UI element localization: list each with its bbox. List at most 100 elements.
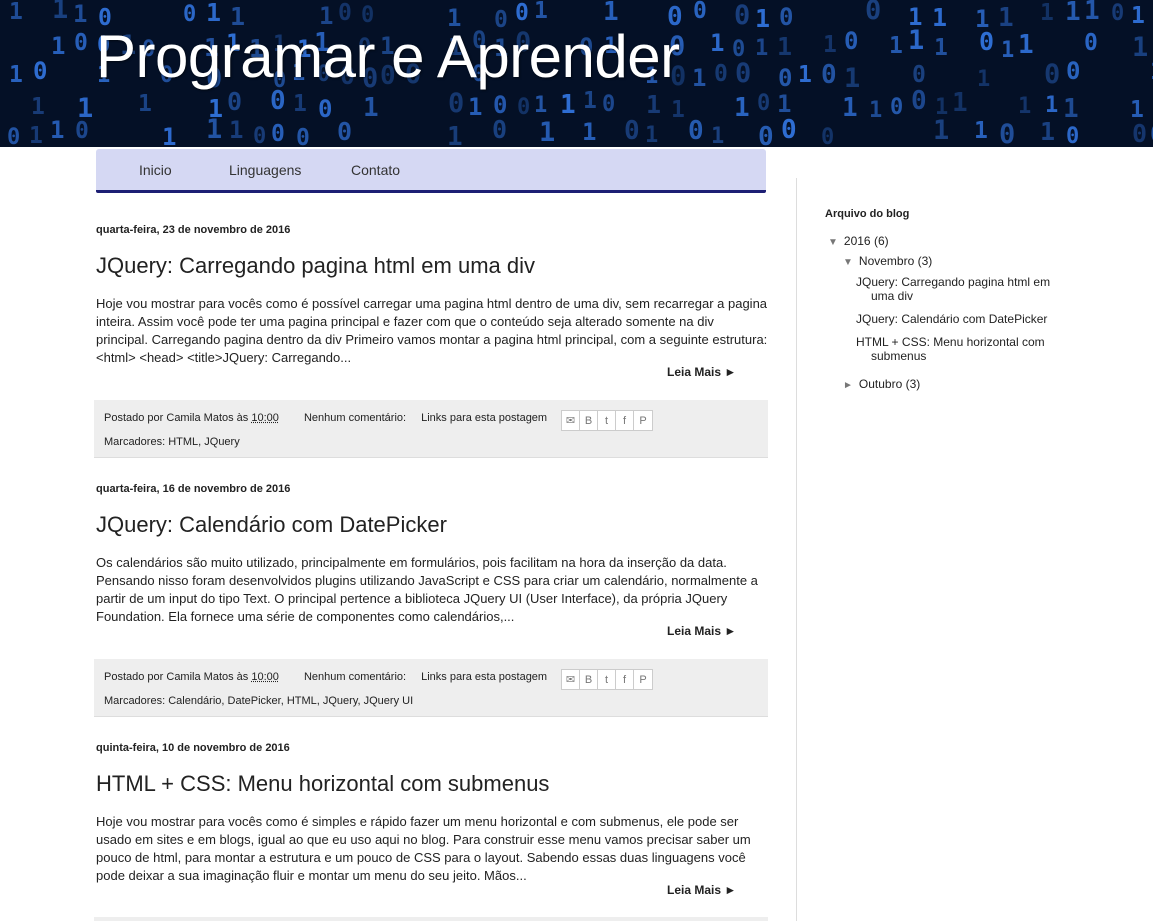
binary-digit: 1 — [1040, 0, 1054, 26]
binary-digit: 1 — [1001, 38, 1014, 63]
binary-digit: 0 — [602, 92, 615, 117]
binary-digit: 1 — [798, 62, 812, 88]
binary-digit: 1 — [1131, 3, 1145, 29]
binary-digit: 1 — [582, 118, 596, 146]
post-labels-links[interactable]: Calendário, DatePicker, HTML, JQuery, JQ… — [168, 695, 413, 707]
blogger-icon[interactable]: B — [580, 411, 598, 430]
archive-year-2016[interactable]: ▼ 2016 (6) — [828, 234, 889, 248]
binary-digit: 1 — [583, 88, 597, 114]
binary-digit: 1 — [998, 3, 1014, 33]
pinterest-icon[interactable]: P — [634, 411, 652, 430]
binary-digit: 1 — [1040, 117, 1055, 146]
collapse-arrow-icon[interactable]: ▼ — [843, 257, 853, 268]
binary-digit: 0 — [735, 58, 751, 89]
binary-digit: 1 — [229, 116, 243, 144]
collapse-arrow-icon[interactable]: ▼ — [828, 237, 838, 248]
binary-digit: 1 — [777, 90, 791, 118]
archive-month-label[interactable]: Outubro — [859, 377, 902, 391]
nav-item-inicio[interactable]: Inicio — [139, 162, 172, 178]
twitter-icon[interactable]: t — [598, 670, 616, 689]
archive-count: (3) — [905, 377, 921, 391]
binary-digit: 1 — [9, 0, 23, 25]
binary-digit: 0 — [781, 115, 797, 145]
post-title[interactable]: JQuery: Calendário com DatePicker — [96, 512, 447, 538]
binary-digit: 1 — [539, 117, 555, 147]
binary-digit: 1 — [50, 116, 64, 144]
binary-digit: 0 — [492, 115, 507, 144]
archive-month-label[interactable]: Novembro — [859, 254, 914, 268]
expand-arrow-icon[interactable]: ► — [843, 380, 853, 391]
binary-digit: 0 — [1044, 59, 1060, 90]
twitter-icon[interactable]: t — [598, 411, 616, 430]
sidebar-divider — [796, 178, 797, 921]
binary-digit: 1 — [844, 63, 860, 94]
binary-digit: 0 — [448, 88, 464, 119]
binary-digit: 0 — [688, 116, 704, 146]
binary-digit: 0 — [318, 95, 332, 123]
email-icon[interactable]: ✉ — [562, 670, 580, 689]
nav-item-contato[interactable]: Contato — [351, 162, 400, 178]
comments-link[interactable]: Nenhum comentário: — [304, 412, 406, 424]
binary-digit: 1 — [29, 123, 43, 147]
binary-digit: 1 — [755, 4, 770, 33]
post-footer: Postado por Camila Matos às 10:00 Nenhum… — [94, 400, 768, 458]
binary-digit: 0 — [758, 122, 774, 147]
binary-digit: 1 — [363, 93, 379, 123]
blog-archive-title: Arquivo do blog — [825, 208, 910, 220]
pinterest-icon[interactable]: P — [634, 670, 652, 689]
binary-digit: 1 — [1084, 0, 1100, 26]
post-date: quarta-feira, 23 de novembro de 2016 — [96, 224, 291, 236]
post-title[interactable]: HTML + CSS: Menu horizontal com submenus — [96, 771, 549, 797]
archive-post-link[interactable]: JQuery: Carregando pagina html em uma di… — [856, 275, 1071, 303]
binary-digit: 1 — [1063, 94, 1079, 124]
binary-digit: 1 — [952, 88, 968, 118]
nav-item-linguagens[interactable]: Linguagens — [229, 162, 301, 178]
posted-by-label: Postado por Camila Matos às — [104, 412, 249, 424]
binary-digit: 1 — [52, 0, 68, 25]
read-more-link[interactable]: Leia Mais ► — [667, 883, 736, 897]
binary-digit: 1 — [31, 94, 45, 120]
archive-month-outubro[interactable]: ► Outubro (3) — [843, 377, 920, 391]
binary-digit: 0 — [296, 125, 310, 147]
binary-digit: 0 — [624, 116, 640, 146]
blogger-icon[interactable]: B — [580, 670, 598, 689]
comments-link[interactable]: Nenhum comentário: — [304, 671, 406, 683]
binary-digit: 0 — [1066, 57, 1080, 85]
binary-digit: 0 — [714, 61, 728, 87]
site-title[interactable]: Programar e Aprender — [96, 22, 680, 91]
binary-digit: 1 — [162, 123, 176, 147]
binary-digit: 1 — [1065, 0, 1081, 27]
archive-month-novembro[interactable]: ▼ Novembro (3) — [843, 254, 932, 268]
post-date: quinta-feira, 10 de novembro de 2016 — [96, 742, 290, 754]
binary-digit: 0 — [1084, 30, 1098, 56]
binary-digit: 1 — [1018, 30, 1034, 60]
binary-digit: 0 — [33, 57, 47, 85]
facebook-icon[interactable]: f — [616, 670, 634, 689]
post-labels-links[interactable]: HTML, JQuery — [168, 436, 240, 448]
binary-digit: 1 — [138, 91, 152, 117]
post-timestamp-link[interactable]: 10:00 — [251, 671, 279, 683]
archive-post-link[interactable]: JQuery: Calendário com DatePicker — [856, 312, 1071, 326]
binary-digit: 0 — [75, 118, 89, 144]
binary-digit: 0 — [757, 91, 770, 116]
binary-digit: 1 — [933, 115, 949, 146]
binary-digit: 0 — [734, 0, 750, 31]
binary-digit: 1 — [977, 67, 990, 92]
archive-post-link[interactable]: HTML + CSS: Menu horizontal com submenus — [856, 335, 1071, 363]
binary-digit: 0 — [517, 95, 530, 120]
post-timestamp-link[interactable]: 10:00 — [251, 412, 279, 424]
binary-digit: 1 — [293, 91, 307, 117]
email-icon[interactable]: ✉ — [562, 411, 580, 430]
binary-digit: 0 — [253, 124, 266, 147]
read-more-link[interactable]: Leia Mais ► — [667, 365, 736, 379]
share-buttons: ✉ B t f P — [561, 410, 653, 431]
read-more-link[interactable]: Leia Mais ► — [667, 624, 736, 638]
binary-digit: 1 — [755, 36, 768, 61]
binary-digit: 1 — [908, 25, 924, 56]
archive-year-label[interactable]: 2016 — [844, 234, 871, 248]
binary-digit: 0 — [227, 87, 242, 116]
binary-digit: 0 — [778, 64, 792, 92]
post-title[interactable]: JQuery: Carregando pagina html em uma di… — [96, 253, 535, 279]
post-date: quarta-feira, 16 de novembro de 2016 — [96, 483, 291, 495]
facebook-icon[interactable]: f — [616, 411, 634, 430]
